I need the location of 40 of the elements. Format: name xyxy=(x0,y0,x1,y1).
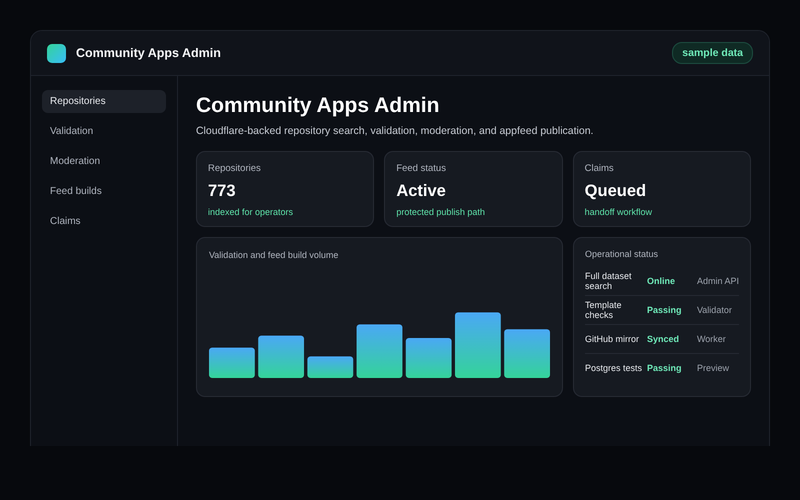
status-title: Operational status xyxy=(584,249,660,259)
sidebar-item[interactable]: Repositories xyxy=(42,90,166,113)
app-logo-icon xyxy=(47,44,66,62)
stat-note: protected publish path xyxy=(396,207,486,217)
chart-title: Validation and feed build volume xyxy=(208,250,340,260)
service-name: Postgres tests xyxy=(584,362,643,374)
sample-data-badge: sample data xyxy=(672,42,753,64)
service-state: Synced xyxy=(646,334,680,344)
service-owner: Worker xyxy=(696,334,727,344)
stat-value: Active xyxy=(396,182,447,201)
stat-value: 773 xyxy=(208,182,236,201)
stat-label: Feed status xyxy=(396,163,447,174)
stat-label: Repositories xyxy=(208,163,262,174)
sidebar-item[interactable]: Feed builds xyxy=(42,180,166,203)
sidebar-item[interactable]: Claims xyxy=(42,210,166,233)
sidebar-item[interactable]: Moderation xyxy=(42,150,166,173)
service-owner: Admin API xyxy=(696,276,739,286)
chart-bar xyxy=(356,324,402,378)
chart-bar xyxy=(504,329,550,378)
page-subtitle: Cloudflare-backed repository search, validation, moderation, and appfeed publication. xyxy=(196,125,594,137)
service-name: Full dataset search xyxy=(584,270,632,292)
chart-bar xyxy=(208,348,255,378)
chart-bar xyxy=(258,336,304,378)
stat-note: indexed for operators xyxy=(208,207,294,217)
chart-bar xyxy=(454,312,501,378)
chart-bar xyxy=(406,338,452,378)
sidebar-item[interactable]: Validation xyxy=(42,120,166,143)
service-owner: Validator xyxy=(696,305,733,315)
page-title: Community Apps Admin xyxy=(196,94,440,118)
service-state: Passing xyxy=(646,305,682,315)
service-state: Online xyxy=(646,276,676,286)
stat-label: Claims xyxy=(584,163,615,174)
service-name: Template checks xyxy=(584,300,622,320)
stat-note: handoff workflow xyxy=(584,207,654,217)
app-title: Community Apps Admin xyxy=(76,46,222,60)
stat-value: Queued xyxy=(584,182,648,201)
chart-bar xyxy=(307,356,354,378)
service-owner: Preview xyxy=(696,363,730,373)
service-name: GitHub mirror xyxy=(584,334,640,344)
service-state: Passing xyxy=(646,363,682,373)
